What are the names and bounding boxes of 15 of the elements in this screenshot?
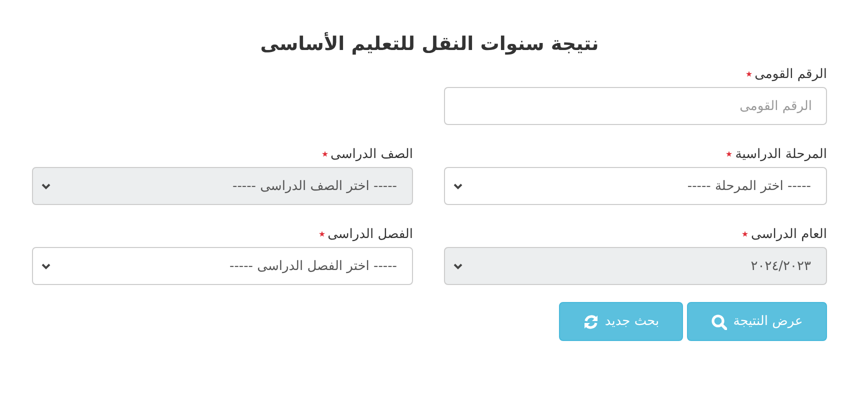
chevron-down-icon	[41, 182, 51, 190]
field-label: المرحلة الدراسية	[735, 146, 827, 162]
input-field[interactable]: الرقم القومى	[444, 87, 827, 125]
dropdown[interactable]: ----- اختر المرحلة -----	[444, 167, 827, 205]
field-label: الرقم القومى	[754, 66, 827, 82]
field-label: العام الدراسى	[750, 226, 827, 242]
search-icon	[711, 314, 728, 330]
chevron-down-icon	[453, 182, 463, 190]
refresh-icon	[582, 314, 599, 330]
chevron-down-icon	[41, 262, 51, 270]
field-label: الفصل الدراسى	[328, 226, 413, 242]
field-label: الصف الدراسى	[330, 146, 413, 162]
chevron-down-icon	[453, 262, 463, 270]
page-title: نتيجة سنوات النقل للتعليم الأساسى	[259, 33, 600, 55]
dropdown[interactable]: ----- اختر الفصل الدراسى -----	[32, 247, 413, 285]
